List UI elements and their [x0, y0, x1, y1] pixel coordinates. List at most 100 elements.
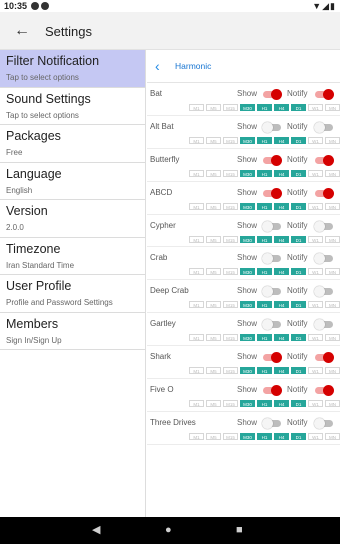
timeframe-chip[interactable]: D1	[291, 301, 306, 309]
timeframe-chip[interactable]: H4	[274, 400, 289, 408]
timeframe-chip[interactable]: D1	[291, 235, 306, 243]
timeframe-chip[interactable]: MN	[325, 136, 340, 144]
timeframe-chip[interactable]: M1	[189, 268, 204, 276]
sidebar-item[interactable]: Sound Settings Tap to select options	[0, 88, 145, 125]
timeframe-chip[interactable]: H1	[257, 400, 272, 408]
timeframe-chip[interactable]: M30	[240, 367, 255, 375]
timeframe-chip[interactable]: M5	[206, 432, 221, 440]
timeframe-chip[interactable]: M5	[206, 334, 221, 342]
notify-toggle[interactable]	[314, 417, 333, 429]
timeframe-chip[interactable]: M15	[223, 400, 238, 408]
timeframe-chip[interactable]: M15	[223, 268, 238, 276]
timeframe-chip[interactable]: M1	[189, 235, 204, 243]
notify-toggle[interactable]	[315, 385, 334, 397]
nav-back-icon[interactable]: ◀	[92, 523, 100, 537]
show-toggle[interactable]	[262, 319, 281, 331]
timeframe-chip[interactable]: M5	[206, 400, 221, 408]
back-arrow-icon[interactable]: ←	[14, 20, 30, 42]
sidebar-item[interactable]: Version 2.0.0	[0, 200, 145, 238]
timeframe-chip[interactable]: M30	[240, 104, 255, 111]
timeframe-chip[interactable]: H4	[274, 169, 289, 177]
timeframe-chip[interactable]: MN	[325, 334, 340, 342]
timeframe-chip[interactable]: H1	[257, 202, 272, 210]
timeframe-chip[interactable]: M5	[206, 301, 221, 309]
timeframe-chip[interactable]: M5	[206, 202, 221, 210]
timeframe-chip[interactable]: M5	[206, 268, 221, 276]
timeframe-chip[interactable]: MN	[325, 202, 340, 210]
timeframe-chip[interactable]: H4	[274, 235, 289, 243]
timeframe-chip[interactable]: D1	[291, 202, 306, 210]
sidebar-item[interactable]: Timezone Iran Standard Time	[0, 238, 145, 275]
timeframe-chip[interactable]: M15	[223, 334, 238, 342]
timeframe-chip[interactable]: M15	[223, 432, 238, 440]
timeframe-chip[interactable]: D1	[291, 104, 306, 111]
show-toggle[interactable]	[263, 352, 282, 364]
timeframe-chip[interactable]: M15	[223, 104, 238, 111]
timeframe-chip[interactable]: H1	[257, 367, 272, 375]
notify-toggle[interactable]	[315, 154, 334, 166]
timeframe-chip[interactable]: M30	[240, 268, 255, 276]
timeframe-chip[interactable]: H1	[257, 136, 272, 144]
timeframe-chip[interactable]: W1	[308, 104, 323, 111]
timeframe-chip[interactable]: M30	[240, 169, 255, 177]
timeframe-chip[interactable]: M5	[206, 367, 221, 375]
sidebar-item[interactable]: Packages Free	[0, 125, 145, 163]
nav-home-icon[interactable]: ●	[165, 523, 172, 537]
timeframe-chip[interactable]: M1	[189, 136, 204, 144]
timeframe-chip[interactable]: H4	[274, 104, 289, 111]
timeframe-chip[interactable]: W1	[308, 334, 323, 342]
timeframe-chip[interactable]: M1	[189, 432, 204, 440]
timeframe-chip[interactable]: W1	[308, 301, 323, 309]
notify-toggle[interactable]	[315, 89, 334, 100]
timeframe-chip[interactable]: D1	[291, 367, 306, 375]
timeframe-chip[interactable]: H4	[274, 136, 289, 144]
show-toggle[interactable]	[262, 417, 281, 429]
timeframe-chip[interactable]: H1	[257, 169, 272, 177]
timeframe-chip[interactable]: W1	[308, 136, 323, 144]
notify-toggle[interactable]	[314, 253, 333, 265]
timeframe-chip[interactable]: D1	[291, 268, 306, 276]
timeframe-chip[interactable]: H4	[274, 334, 289, 342]
timeframe-chip[interactable]: M30	[240, 136, 255, 144]
timeframe-chip[interactable]: M30	[240, 202, 255, 210]
timeframe-chip[interactable]: W1	[308, 432, 323, 440]
timeframe-chip[interactable]: H4	[274, 202, 289, 210]
timeframe-chip[interactable]: W1	[308, 400, 323, 408]
notify-toggle[interactable]	[314, 286, 333, 298]
timeframe-chip[interactable]: M30	[240, 235, 255, 243]
timeframe-chip[interactable]: M15	[223, 367, 238, 375]
notify-toggle[interactable]	[315, 187, 334, 199]
timeframe-chip[interactable]: M1	[189, 104, 204, 111]
timeframe-chip[interactable]: H1	[257, 301, 272, 309]
timeframe-chip[interactable]: M15	[223, 136, 238, 144]
timeframe-chip[interactable]: D1	[291, 400, 306, 408]
timeframe-chip[interactable]: H1	[257, 334, 272, 342]
sidebar-item[interactable]: Filter Notification Tap to select options	[0, 50, 145, 88]
timeframe-chip[interactable]: W1	[308, 169, 323, 177]
show-toggle[interactable]	[262, 220, 281, 232]
timeframe-chip[interactable]: H1	[257, 235, 272, 243]
timeframe-chip[interactable]: H1	[257, 104, 272, 111]
show-toggle[interactable]	[262, 121, 281, 133]
show-toggle[interactable]	[263, 187, 282, 199]
timeframe-chip[interactable]: M15	[223, 301, 238, 309]
timeframe-chip[interactable]: H4	[274, 432, 289, 440]
timeframe-chip[interactable]: W1	[308, 235, 323, 243]
timeframe-chip[interactable]: D1	[291, 136, 306, 144]
timeframe-chip[interactable]: H4	[274, 301, 289, 309]
show-toggle[interactable]	[263, 89, 282, 100]
timeframe-chip[interactable]: M30	[240, 400, 255, 408]
timeframe-chip[interactable]: M30	[240, 301, 255, 309]
show-toggle[interactable]	[262, 286, 281, 298]
timeframe-chip[interactable]: M5	[206, 235, 221, 243]
timeframe-chip[interactable]: MN	[325, 235, 340, 243]
timeframe-chip[interactable]: M15	[223, 202, 238, 210]
timeframe-chip[interactable]: H1	[257, 432, 272, 440]
show-toggle[interactable]	[263, 385, 282, 397]
timeframe-chip[interactable]: W1	[308, 367, 323, 375]
timeframe-chip[interactable]: D1	[291, 432, 306, 440]
timeframe-chip[interactable]: MN	[325, 301, 340, 309]
timeframe-chip[interactable]: M30	[240, 334, 255, 342]
sidebar-item[interactable]: Members Sign In/Sign Up	[0, 313, 145, 350]
timeframe-chip[interactable]: MN	[325, 104, 340, 111]
